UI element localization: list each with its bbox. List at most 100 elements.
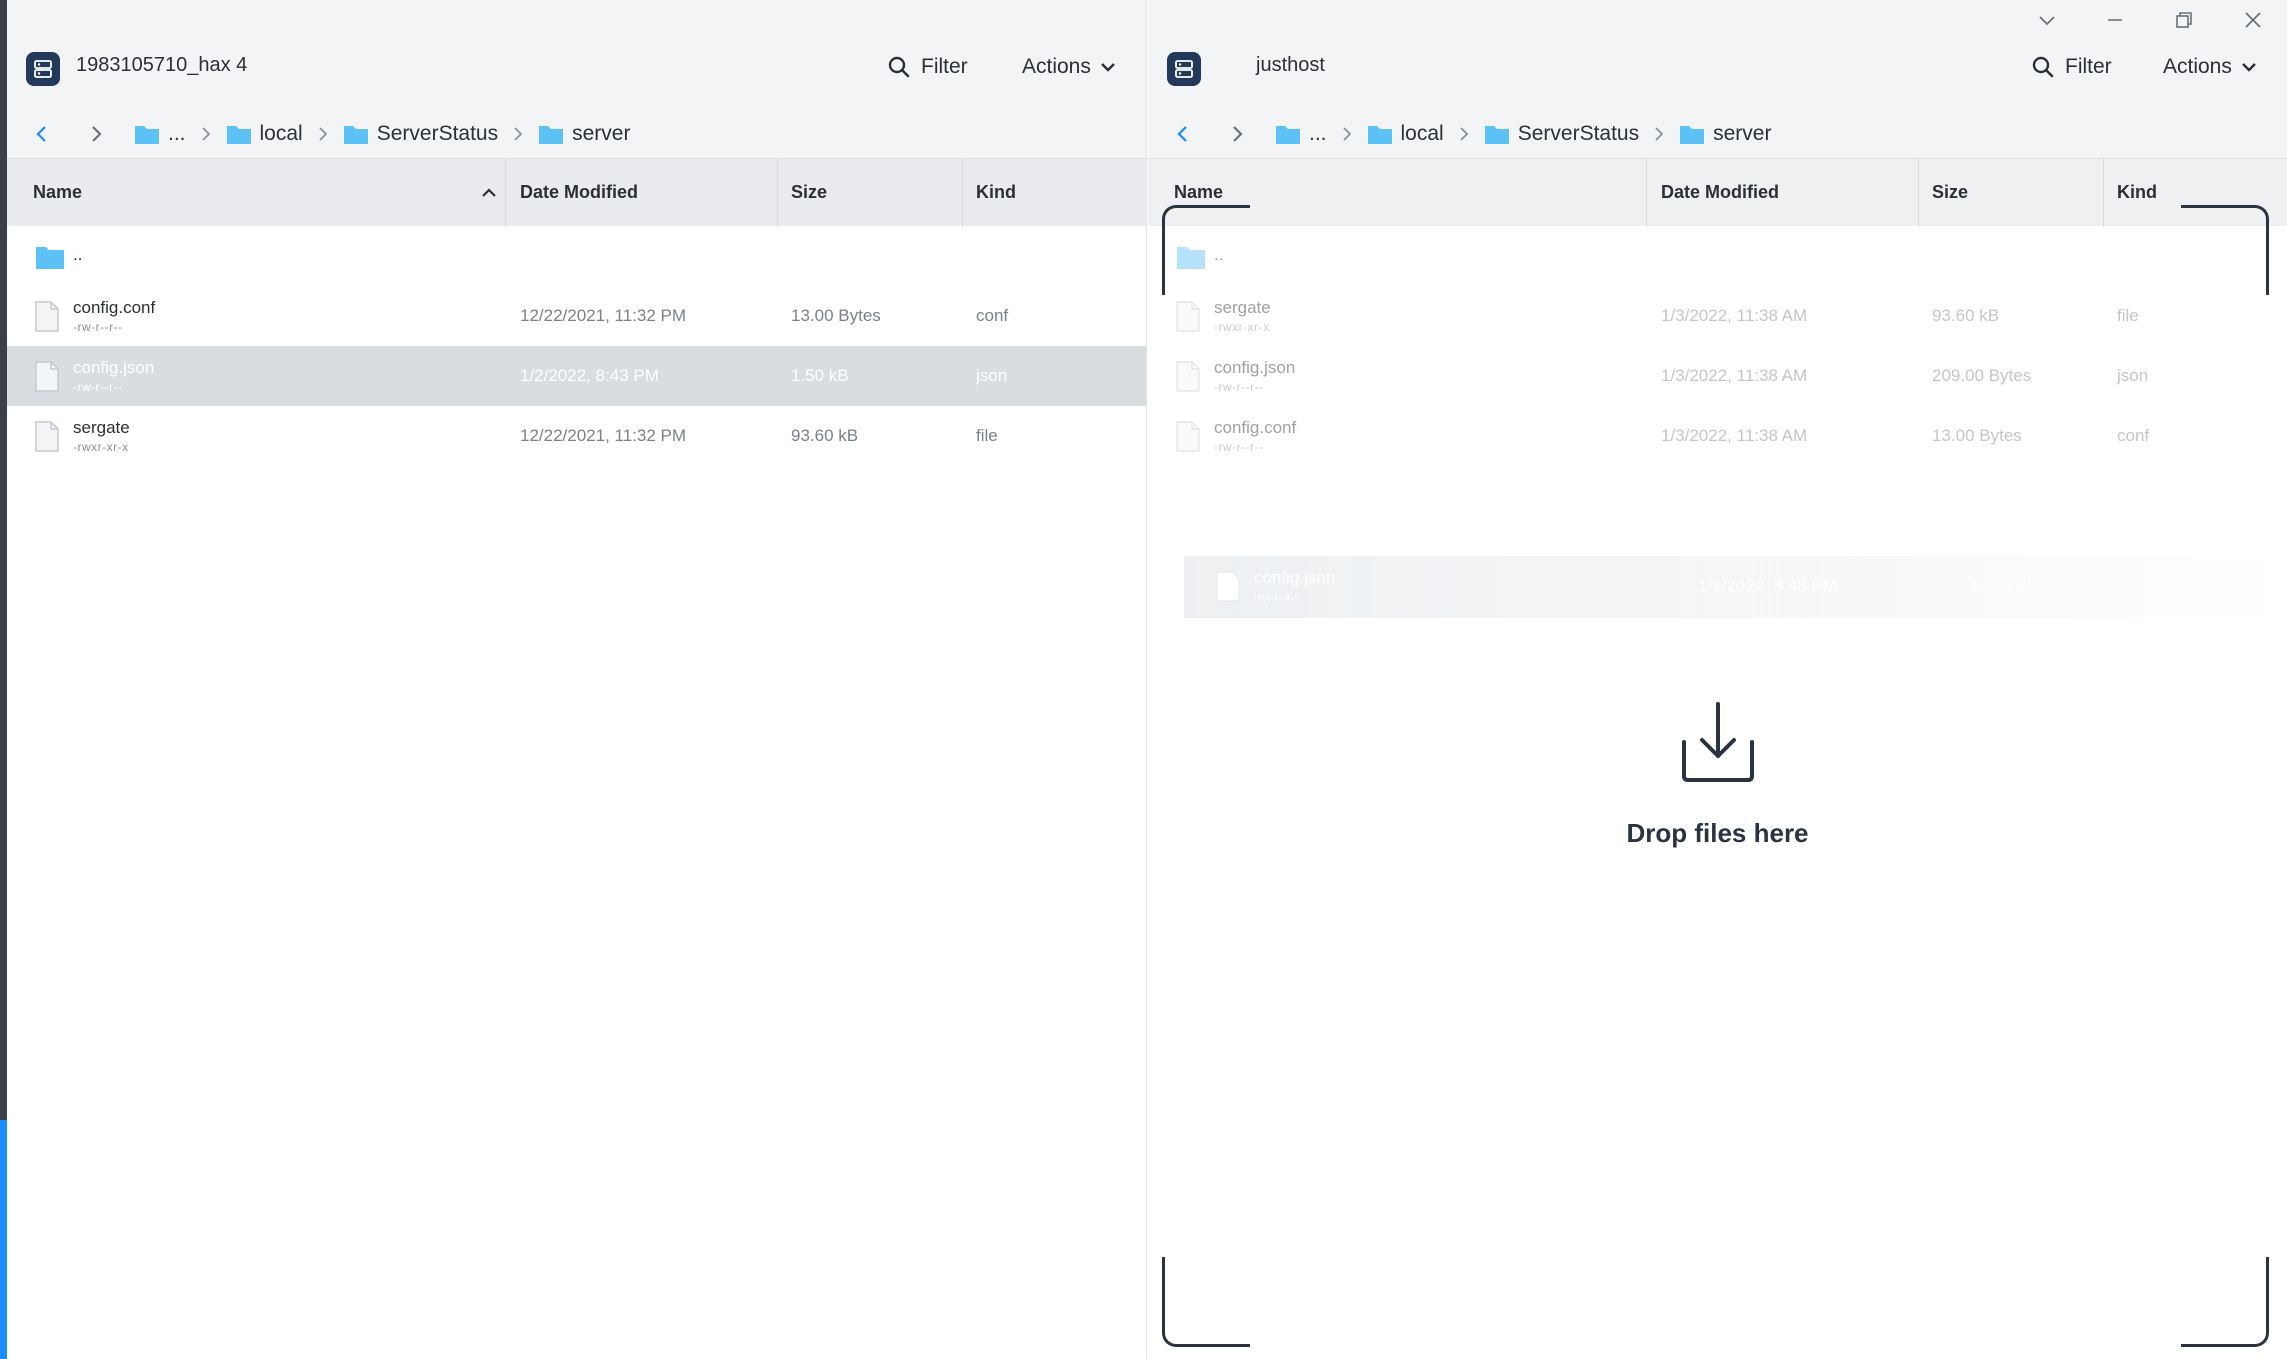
column-kind[interactable]: Kind — [976, 159, 1016, 227]
file-name: sergate — [1214, 298, 1271, 317]
folder-icon — [1367, 126, 1392, 144]
folder-icon — [1680, 126, 1705, 144]
file-permissions: -rw-r--r-- — [73, 320, 123, 334]
file-size: 13.00 Bytes — [791, 306, 881, 325]
drop-zone-corner — [2181, 1257, 2269, 1347]
breadcrumb-item-serverstatus[interactable]: ServerStatus — [1484, 122, 1639, 146]
table-row-parent[interactable]: .. — [1148, 227, 2287, 287]
column-date-modified[interactable]: Date Modified — [1661, 159, 1779, 227]
file-kind: conf — [2117, 426, 2150, 445]
breadcrumb-item-serverstatus[interactable]: ServerStatus — [343, 122, 498, 146]
file-permissions: -rw-r--r-- — [1214, 440, 1264, 454]
file-name: sergate — [73, 418, 130, 437]
chevron-right-icon — [512, 126, 524, 142]
file-date: 12/22/2021, 11:32 PM — [520, 426, 687, 445]
drop-zone-corner — [1162, 1257, 1250, 1347]
file-size: 93.60 kB — [791, 426, 859, 445]
forward-arrow-icon[interactable] — [1227, 124, 1247, 144]
search-icon — [2032, 56, 2054, 78]
back-arrow-icon[interactable] — [32, 124, 52, 144]
host-name: justhost — [1256, 54, 1325, 76]
file-date: 1/2/2022, 8:43 PM — [520, 366, 659, 385]
chevron-down-icon — [1101, 63, 1115, 72]
filter-label: Filter — [921, 55, 968, 78]
file-name: config.json — [1214, 358, 1296, 377]
column-size[interactable]: Size — [1932, 159, 1968, 227]
file-kind: file — [976, 426, 998, 445]
drop-zone-corner — [1162, 205, 1250, 295]
breadcrumb-item-server[interactable]: server — [538, 122, 630, 146]
right-toolbar: justhost Filter Actions ... local Server… — [1148, 0, 2287, 158]
file-date: 12/22/2021, 11:32 PM — [520, 306, 687, 325]
breadcrumb-item-root[interactable]: ... — [134, 122, 186, 146]
file-name: config.conf — [73, 298, 156, 317]
drag-ghost-row: config.json -rw-r--r-- 1/2/2022, 8:43 PM… — [1184, 556, 2287, 618]
drop-files-label: Drop files here — [1626, 818, 1809, 848]
column-size[interactable]: Size — [791, 159, 827, 227]
drop-zone[interactable] — [1148, 700, 2287, 786]
table-row-selected[interactable]: config.json -rw-r--r-- 1/2/2022, 8:43 PM… — [7, 346, 1146, 406]
close-icon[interactable] — [2241, 8, 2265, 32]
actions-button[interactable]: Actions — [1022, 52, 1117, 82]
left-accent-strip — [0, 0, 7, 1359]
filter-button[interactable]: Filter — [2031, 52, 2112, 82]
breadcrumb-item-local[interactable]: local — [226, 122, 303, 146]
column-name[interactable]: Name — [33, 159, 82, 227]
file-icon — [1216, 571, 1240, 602]
breadcrumb-item-local[interactable]: local — [1367, 122, 1444, 146]
file-icon — [1176, 421, 1200, 452]
breadcrumb: ... local ServerStatus server — [1173, 118, 1771, 150]
chevron-right-icon — [1653, 126, 1665, 142]
breadcrumb-item-root[interactable]: ... — [1275, 122, 1327, 146]
file-permissions: -rw-r--r-- — [1214, 380, 1264, 394]
drop-zone-corner — [2181, 205, 2269, 295]
folder-icon — [135, 126, 159, 144]
forward-arrow-icon[interactable] — [86, 124, 106, 144]
left-toolbar: 1983105710_hax 4 Filter Actions ... loca… — [7, 0, 1146, 158]
table-row[interactable]: config.conf -rw-r--r-- 1/3/2022, 11:38 A… — [1148, 406, 2287, 466]
chevron-down-icon[interactable] — [2035, 8, 2059, 32]
file-date: 1/3/2022, 11:38 AM — [1661, 366, 1808, 385]
file-icon — [1176, 301, 1200, 332]
file-size: 13.00 Bytes — [1932, 426, 2022, 445]
file-name: config.json — [73, 358, 155, 377]
file-kind: conf — [976, 306, 1009, 325]
minimize-icon[interactable] — [2103, 8, 2127, 32]
sort-ascending-icon[interactable] — [481, 185, 497, 201]
column-header-row: Name Date Modified Size Kind — [7, 158, 1146, 227]
server-icon — [1167, 52, 1201, 86]
file-permissions: -rwxr-xr-x — [1214, 320, 1270, 334]
table-row[interactable]: config.json -rw-r--r-- 1/3/2022, 11:38 A… — [1148, 346, 2287, 406]
actions-label: Actions — [2163, 55, 2232, 78]
file-date: 1/3/2022, 11:38 AM — [1661, 306, 1808, 325]
left-pane: 1983105710_hax 4 Filter Actions ... loca… — [7, 0, 1147, 1359]
breadcrumb-item-server[interactable]: server — [1679, 122, 1771, 146]
back-arrow-icon[interactable] — [1173, 124, 1193, 144]
sftp-client-window: 1983105710_hax 4 Filter Actions ... loca… — [0, 0, 2287, 1359]
server-icon — [26, 52, 60, 86]
file-icon — [35, 361, 59, 392]
folder-icon — [1276, 126, 1300, 144]
file-name: config.conf — [1214, 418, 1297, 437]
filter-label: Filter — [2065, 55, 2112, 78]
filter-button[interactable]: Filter — [887, 52, 968, 82]
table-row[interactable]: config.conf -rw-r--r-- 12/22/2021, 11:32… — [7, 286, 1146, 346]
folder-icon — [539, 126, 564, 144]
host-name: 1983105710_hax 4 — [76, 54, 248, 76]
restore-icon[interactable] — [2172, 8, 2196, 32]
table-row-parent[interactable]: .. — [7, 227, 1146, 287]
actions-button[interactable]: Actions — [2163, 52, 2258, 82]
file-kind: file — [2117, 306, 2139, 325]
table-row[interactable]: sergate -rwxr-xr-x 12/22/2021, 11:32 PM … — [7, 406, 1146, 466]
right-pane: justhost Filter Actions ... local Server… — [1148, 0, 2287, 1359]
folder-icon — [343, 126, 368, 144]
table-row[interactable]: sergate -rwxr-xr-x 1/3/2022, 11:38 AM 93… — [1148, 286, 2287, 346]
folder-icon — [226, 126, 251, 144]
actions-label: Actions — [1022, 55, 1091, 78]
column-date-modified[interactable]: Date Modified — [520, 159, 638, 227]
file-permissions: -rwxr-xr-x — [73, 440, 129, 454]
column-header-row: Name Date Modified Size Kind — [1148, 158, 2287, 227]
download-icon — [1681, 702, 1754, 782]
column-kind[interactable]: Kind — [2117, 159, 2157, 227]
file-date: 1/3/2022, 11:38 AM — [1661, 426, 1808, 445]
